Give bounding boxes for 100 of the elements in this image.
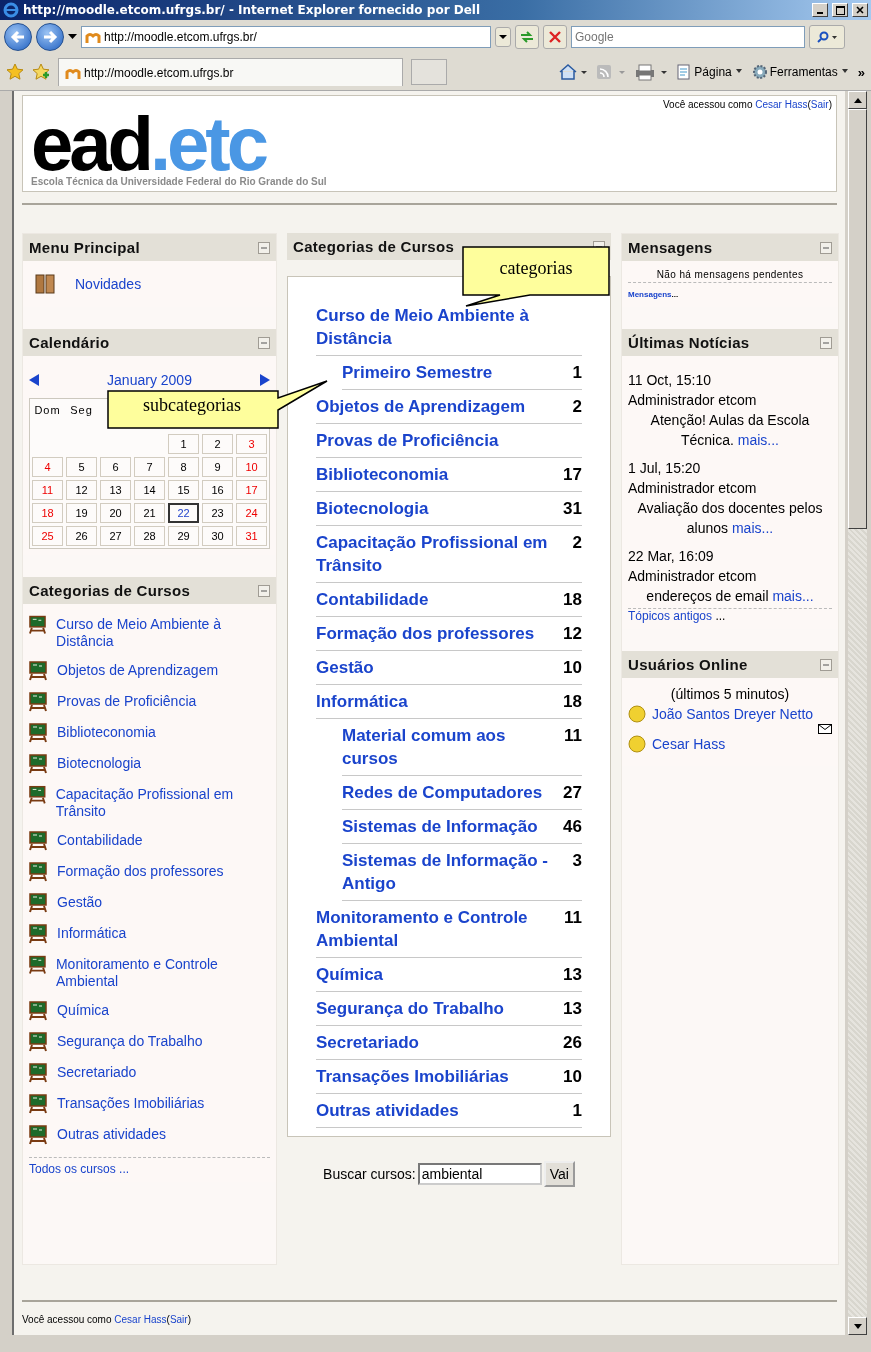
browser-tab[interactable]: http://moodle.etcom.ufrgs.br bbox=[58, 58, 403, 86]
category-link[interactable]: Segurança do Trabalho bbox=[316, 997, 504, 1020]
calendar-day[interactable]: 18 bbox=[32, 503, 63, 523]
subcategory-link[interactable]: Sistemas de Informação bbox=[342, 815, 538, 838]
user-link[interactable]: Cesar Hass bbox=[755, 99, 808, 110]
category-link[interactable]: Secretariado bbox=[57, 1063, 137, 1081]
category-link[interactable]: Formação dos professores bbox=[316, 622, 535, 645]
user-link[interactable]: Cesar Hass bbox=[652, 734, 726, 754]
address-field[interactable]: http://moodle.etcom.ufrgs.br/ bbox=[81, 26, 491, 48]
maximize-button[interactable] bbox=[832, 3, 848, 17]
calendar-day[interactable]: 5 bbox=[66, 457, 97, 477]
category-link[interactable]: Contabilidade bbox=[316, 588, 429, 611]
close-button[interactable] bbox=[852, 3, 868, 17]
calendar-day[interactable]: 7 bbox=[134, 457, 165, 477]
subcategory-link[interactable]: Primeiro Semestre bbox=[342, 361, 493, 384]
more-commands[interactable]: » bbox=[857, 64, 865, 80]
calendar-day[interactable]: 31 bbox=[236, 526, 267, 546]
category-link[interactable]: Contabilidade bbox=[57, 831, 143, 849]
calendar-day[interactable]: 13 bbox=[100, 480, 131, 500]
calendar-day[interactable]: 6 bbox=[100, 457, 131, 477]
tools-menu-button[interactable]: Ferramentas bbox=[751, 64, 850, 80]
category-link[interactable]: Biblioteconomia bbox=[316, 463, 449, 486]
calendar-day[interactable]: 25 bbox=[32, 526, 63, 546]
calendar-day[interactable]: 12 bbox=[66, 480, 97, 500]
search-field[interactable]: Google bbox=[571, 26, 805, 48]
calendar-day[interactable]: 9 bbox=[202, 457, 233, 477]
go-button[interactable]: Vai bbox=[543, 1161, 575, 1187]
category-link[interactable]: Capacitação Profissional em Trânsito bbox=[316, 531, 556, 577]
mail-icon[interactable] bbox=[818, 724, 832, 734]
category-link[interactable]: Biotecnologia bbox=[316, 497, 429, 520]
page-menu-button[interactable]: Página bbox=[676, 64, 744, 80]
scroll-down-button[interactable] bbox=[848, 1317, 867, 1335]
category-link[interactable]: Química bbox=[316, 963, 384, 986]
dropdown-button[interactable] bbox=[495, 27, 511, 47]
print-icon[interactable] bbox=[634, 63, 669, 81]
calendar-day[interactable]: 2 bbox=[202, 434, 233, 454]
menu-link[interactable]: Novidades bbox=[75, 276, 142, 292]
add-favorite-icon[interactable] bbox=[32, 63, 50, 81]
category-link[interactable]: Gestão bbox=[316, 656, 374, 679]
category-link[interactable]: Provas de Proficiência bbox=[57, 692, 197, 710]
category-link[interactable]: Outras atividades bbox=[316, 1099, 459, 1122]
all-courses-link[interactable]: Todos os cursos ... bbox=[29, 1157, 270, 1176]
messages-link[interactable]: Mensagens bbox=[628, 290, 672, 299]
category-link[interactable]: Biblioteconomia bbox=[57, 723, 156, 741]
user-link[interactable]: Cesar Hass bbox=[114, 1314, 167, 1325]
course-search-field[interactable]: ambiental bbox=[417, 1163, 542, 1185]
calendar-day[interactable]: 23 bbox=[202, 503, 233, 523]
category-link[interactable]: Gestão bbox=[57, 893, 103, 911]
calendar-day[interactable]: 17 bbox=[236, 480, 267, 500]
calendar-day[interactable]: 26 bbox=[66, 526, 97, 546]
category-link[interactable]: Objetos de Aprendizagem bbox=[316, 395, 526, 418]
category-link[interactable]: Objetos de Aprendizagem bbox=[57, 661, 219, 679]
category-link[interactable]: Capacitação Profissional em Trânsito bbox=[55, 785, 270, 820]
calendar-day[interactable]: 29 bbox=[168, 526, 199, 546]
search-button[interactable] bbox=[809, 25, 845, 49]
category-link[interactable]: Outras atividades bbox=[57, 1125, 166, 1143]
calendar-day[interactable]: 10 bbox=[236, 457, 267, 477]
month-link[interactable]: January 2009 bbox=[107, 372, 192, 388]
subcategory-link[interactable]: Sistemas de Informação - Antigo bbox=[342, 849, 567, 895]
old-topics-link[interactable]: Tópicos antigos bbox=[628, 609, 713, 623]
next-month-icon[interactable] bbox=[260, 374, 270, 386]
calendar-day[interactable]: 1 bbox=[168, 434, 199, 454]
category-link[interactable]: Monitoramento e Controle Ambiental bbox=[316, 906, 556, 952]
calendar-day[interactable]: 8 bbox=[168, 457, 199, 477]
more-link[interactable]: mais... bbox=[737, 432, 779, 448]
subcategory-link[interactable]: Material comum aos cursos bbox=[342, 724, 558, 770]
category-link[interactable]: Curso de Meio Ambiente à Distância bbox=[56, 615, 270, 650]
more-link[interactable]: mais... bbox=[772, 588, 814, 604]
category-link[interactable]: Secretariado bbox=[316, 1031, 419, 1054]
calendar-day[interactable]: 16 bbox=[202, 480, 233, 500]
calendar-day[interactable]: 15 bbox=[168, 480, 199, 500]
category-link[interactable]: Informática bbox=[57, 924, 127, 942]
back-button[interactable] bbox=[4, 23, 32, 51]
stop-button[interactable] bbox=[543, 25, 567, 49]
category-link[interactable]: Transações Imobiliárias bbox=[57, 1094, 205, 1112]
favorites-star-icon[interactable] bbox=[6, 63, 24, 81]
calendar-day[interactable]: 14 bbox=[134, 480, 165, 500]
category-link[interactable]: Transações Imobiliárias bbox=[316, 1065, 509, 1088]
forward-button[interactable] bbox=[36, 23, 64, 51]
previous-month-icon[interactable] bbox=[29, 374, 39, 386]
category-link[interactable]: Segurança do Trabalho bbox=[57, 1032, 203, 1050]
calendar-day[interactable]: 3 bbox=[236, 434, 267, 454]
calendar-day[interactable]: 4 bbox=[32, 457, 63, 477]
scroll-up-button[interactable] bbox=[848, 91, 867, 109]
category-link[interactable]: Provas de Proficiência bbox=[316, 429, 499, 452]
calendar-day[interactable]: 28 bbox=[134, 526, 165, 546]
calendar-day[interactable]: 21 bbox=[134, 503, 165, 523]
calendar-day[interactable]: 19 bbox=[66, 503, 97, 523]
more-link[interactable]: mais... bbox=[731, 520, 774, 536]
home-icon[interactable] bbox=[558, 63, 589, 81]
category-link[interactable]: Química bbox=[57, 1001, 110, 1019]
category-link[interactable]: Formação dos professores bbox=[57, 862, 224, 880]
category-link[interactable]: Monitoramento e Controle Ambiental bbox=[55, 955, 270, 990]
category-link[interactable]: Informática bbox=[316, 690, 408, 713]
calendar-day[interactable]: 20 bbox=[100, 503, 131, 523]
scrollbar[interactable] bbox=[848, 91, 867, 1335]
scroll-thumb[interactable] bbox=[848, 109, 867, 529]
subcategory-link[interactable]: Redes de Computadores bbox=[342, 781, 543, 804]
calendar-day[interactable]: 22 bbox=[168, 503, 199, 523]
minimize-button[interactable] bbox=[812, 3, 828, 17]
